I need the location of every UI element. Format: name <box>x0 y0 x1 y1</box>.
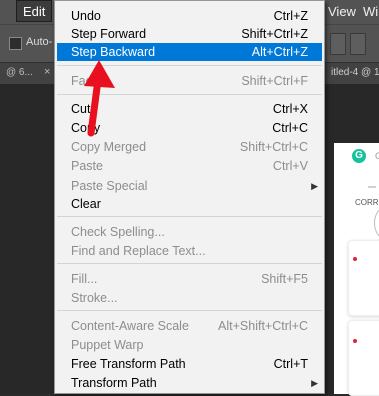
menu-item-fill[interactable]: Fill... Shift+F5 <box>57 270 322 288</box>
auto-select-label: Auto- <box>26 36 53 48</box>
menu-item-check-spelling[interactable]: Check Spelling... <box>57 223 322 241</box>
auto-select-checkbox[interactable] <box>9 37 22 50</box>
menu-separator <box>57 216 322 217</box>
edit-menu-dropdown: Undo Ctrl+Z Step Forward Shift+Ctrl+Z St… <box>54 0 325 394</box>
align-button[interactable] <box>350 33 366 55</box>
menu-item-paste-special[interactable]: Paste Special ▶ <box>57 177 322 195</box>
suggestion-card[interactable] <box>348 320 379 396</box>
score-circle <box>374 207 379 239</box>
menu-item-step-forward[interactable]: Step Forward Shift+Ctrl+Z <box>57 25 322 43</box>
submenu-arrow-icon: ▶ <box>311 378 318 388</box>
alert-dot-icon <box>353 257 357 261</box>
menu-item-clear[interactable]: Clear <box>57 195 322 213</box>
menu-separator <box>57 65 322 66</box>
menu-item-find-replace[interactable]: Find and Replace Text... <box>57 242 322 260</box>
menu-item-stroke[interactable]: Stroke... <box>57 289 322 307</box>
menu-item-puppet-warp[interactable]: Puppet Warp <box>57 336 322 354</box>
divider <box>368 186 376 188</box>
menu-item-copy[interactable]: Copy Ctrl+C <box>57 119 322 137</box>
menu-item-cut[interactable]: Cut Ctrl+X <box>57 100 322 118</box>
menu-separator <box>57 263 322 264</box>
submenu-arrow-icon: ▶ <box>311 181 318 191</box>
document-tab[interactable]: @ 6... <box>6 67 33 78</box>
document-tab[interactable]: itled-4 @ 1 <box>331 67 379 78</box>
menu-item-copy-merged[interactable]: Copy Merged Shift+Ctrl+C <box>57 138 322 156</box>
menu-window[interactable]: Wi <box>363 0 378 24</box>
align-button[interactable] <box>330 33 346 55</box>
menu-separator <box>57 94 322 95</box>
close-tab-icon[interactable]: × <box>44 66 50 78</box>
menu-view[interactable]: View <box>328 0 356 24</box>
menu-item-free-transform-path[interactable]: Free Transform Path Ctrl+T <box>57 355 322 373</box>
menu-item-step-backward[interactable]: Step Backward Alt+Ctrl+Z <box>57 43 322 61</box>
grammarly-logo-icon: G <box>352 149 366 163</box>
menu-edit[interactable]: Edit <box>16 0 52 22</box>
menu-separator <box>57 310 322 311</box>
menu-item-content-aware-scale[interactable]: Content-Aware Scale Alt+Shift+Ctrl+C <box>57 317 322 335</box>
menu-item-transform-path[interactable]: Transform Path ▶ <box>57 374 322 392</box>
menu-item-fade[interactable]: Fade... Shift+Ctrl+F <box>57 72 322 90</box>
grammarly-panel: G G CORR <box>334 143 379 396</box>
grammarly-header-text: G <box>375 151 379 161</box>
alert-dot-icon <box>353 339 357 343</box>
menu-item-paste[interactable]: Paste Ctrl+V <box>57 157 322 175</box>
menu-item-undo[interactable]: Undo Ctrl+Z <box>57 7 322 25</box>
correctness-label: CORR <box>355 198 379 207</box>
suggestion-card[interactable] <box>348 240 379 316</box>
